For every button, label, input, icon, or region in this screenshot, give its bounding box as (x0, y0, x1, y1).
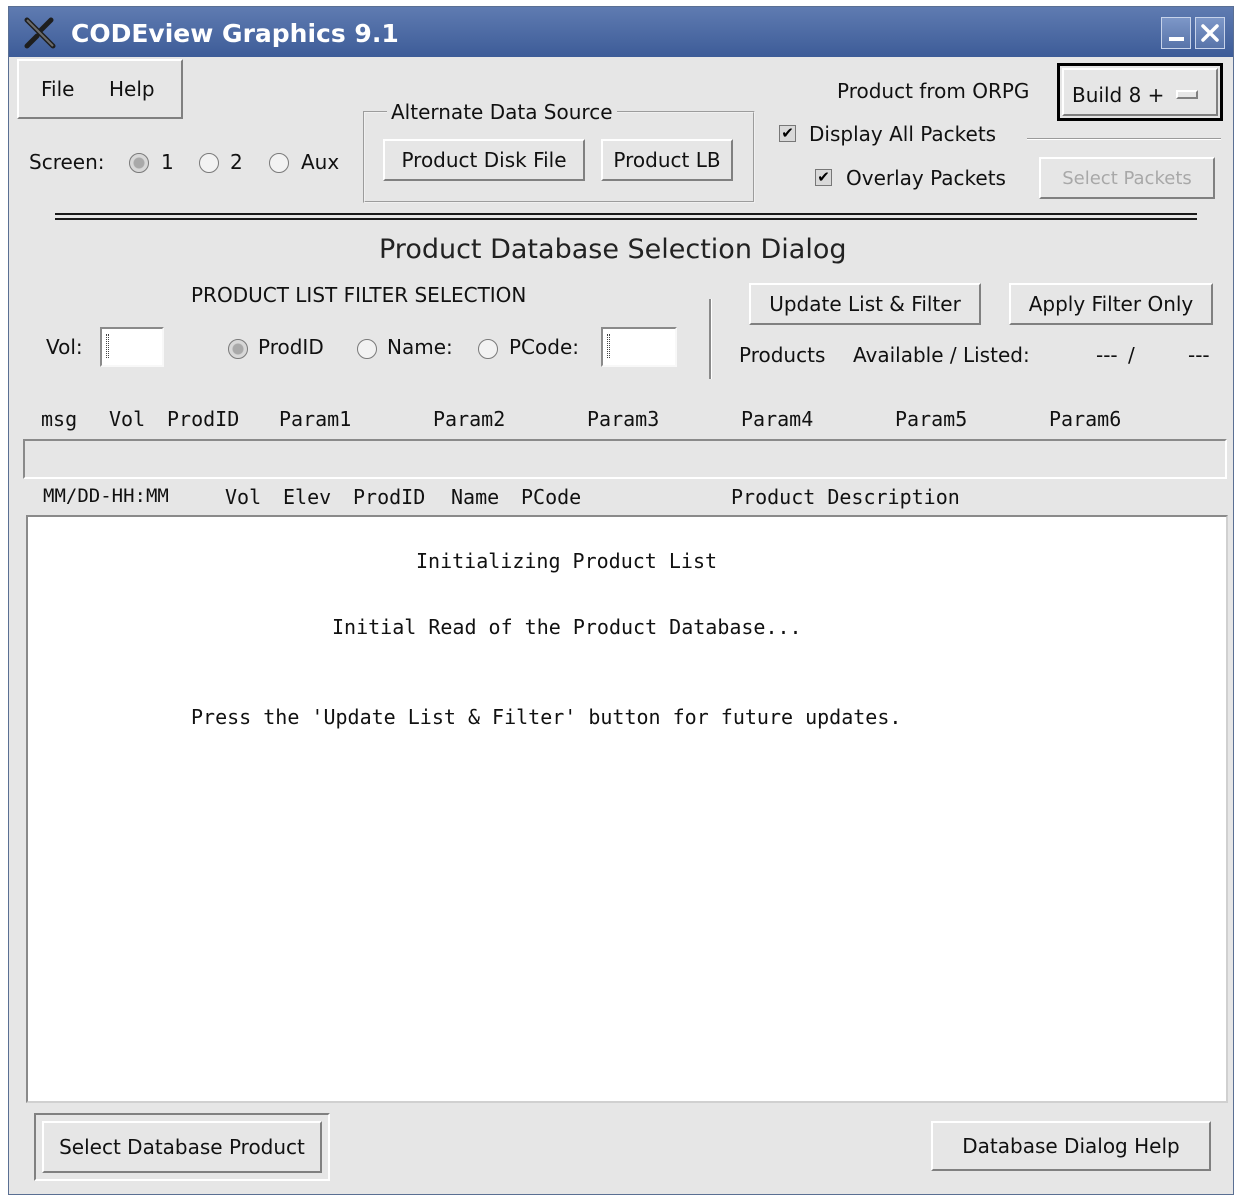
pcode-input[interactable] (601, 327, 677, 367)
x-logo-icon (24, 17, 56, 49)
product-from-orpg-label: Product from ORPG (837, 79, 1030, 103)
alternate-data-source-legend: Alternate Data Source (387, 100, 617, 124)
available-listed-separator: / (1128, 343, 1135, 367)
separator-line-bottom (55, 218, 1197, 220)
products-label: Products (739, 343, 826, 367)
build-value: Build 8 + (1072, 83, 1165, 107)
name-radio[interactable] (357, 339, 377, 359)
packets-separator (1027, 138, 1221, 140)
minimize-icon (1169, 37, 1184, 41)
list-header-name: Name (451, 485, 500, 509)
pcode-radio[interactable] (478, 339, 498, 359)
filter-heading: PRODUCT LIST FILTER SELECTION (191, 283, 527, 307)
separator-line-top (55, 213, 1197, 215)
param-header-param4: Param4 (741, 407, 814, 431)
listed-count: --- (1188, 343, 1210, 367)
screen-2-label: 2 (230, 150, 243, 174)
window-title: CODEview Graphics 9.1 (71, 19, 399, 48)
param-header-msg: msg (41, 407, 78, 431)
list-header-prodid: ProdID (353, 485, 426, 509)
param-header-prodid: ProdID (167, 407, 240, 431)
list-header-description: Product Description (731, 485, 960, 509)
display-all-packets-checkbox[interactable]: ✔ (779, 125, 796, 142)
list-message-initial-read: Initial Read of the Product Database... (332, 615, 802, 639)
param-header-param6: Param6 (1049, 407, 1122, 431)
param-header-vol: Vol (109, 407, 146, 431)
overlay-packets-checkbox[interactable]: ✔ (815, 169, 832, 186)
list-header-vol: Vol (225, 485, 262, 509)
screen-aux-radio[interactable] (269, 153, 289, 173)
pcode-input-caret (607, 334, 610, 358)
display-all-packets-label: Display All Packets (809, 122, 997, 146)
menu-help[interactable]: Help (109, 77, 155, 101)
apply-filter-only-button[interactable]: Apply Filter Only (1009, 283, 1213, 325)
prodid-label: ProdID (258, 335, 324, 359)
param-header-param2: Param2 (433, 407, 506, 431)
vol-label: Vol: (46, 335, 83, 359)
list-message-press-update: Press the 'Update List & Filter' button … (191, 705, 902, 729)
minimize-button[interactable] (1161, 17, 1191, 49)
menu-file[interactable]: File (41, 77, 74, 101)
screen-1-label: 1 (161, 150, 174, 174)
option-menu-indicator-icon (1176, 90, 1198, 99)
dialog-title: Product Database Selection Dialog (379, 234, 847, 265)
close-button[interactable] (1195, 17, 1225, 49)
product-disk-file-button[interactable]: Product Disk File (383, 139, 585, 181)
param-values-field[interactable] (23, 439, 1227, 479)
menu-bar: File Help (17, 59, 183, 119)
name-label: Name: (387, 335, 453, 359)
param-header-param1: Param1 (279, 407, 352, 431)
param-header-param3: Param3 (587, 407, 660, 431)
app-window: CODEview Graphics 9.1 File Help Screen: … (8, 6, 1234, 1195)
product-lb-button[interactable]: Product LB (601, 139, 733, 181)
pcode-label: PCode: (509, 335, 579, 359)
screen-aux-label: Aux (301, 150, 340, 174)
param-header-param5: Param5 (895, 407, 968, 431)
product-list[interactable]: Initializing Product List Initial Read o… (26, 515, 1228, 1103)
list-header-pcode: PCode (521, 485, 582, 509)
overlay-packets-label: Overlay Packets (846, 166, 1006, 190)
default-button-frame: Select Database Product (34, 1113, 330, 1181)
vol-input[interactable] (100, 327, 164, 367)
list-header-elev: Elev (283, 485, 332, 509)
prodid-radio[interactable] (228, 339, 248, 359)
select-database-product-button[interactable]: Select Database Product (42, 1121, 322, 1173)
close-icon (1201, 24, 1219, 42)
build-option-menu[interactable]: Build 8 + (1057, 63, 1223, 121)
select-packets-button[interactable]: Select Packets (1039, 157, 1215, 199)
screen-2-radio[interactable] (199, 153, 219, 173)
update-list-filter-button[interactable]: Update List & Filter (749, 283, 981, 325)
available-listed-label: Available / Listed: (853, 343, 1030, 367)
title-bar[interactable]: CODEview Graphics 9.1 (9, 7, 1233, 57)
database-dialog-help-button[interactable]: Database Dialog Help (931, 1121, 1211, 1171)
vol-input-caret (106, 334, 109, 358)
list-header-datetime: MM/DD-HH:MM (43, 485, 169, 507)
screen-label: Screen: (29, 150, 105, 174)
filter-vertical-divider (709, 299, 712, 379)
available-count: --- (1096, 343, 1118, 367)
list-message-initializing: Initializing Product List (416, 549, 718, 573)
screen-1-radio[interactable] (129, 153, 149, 173)
